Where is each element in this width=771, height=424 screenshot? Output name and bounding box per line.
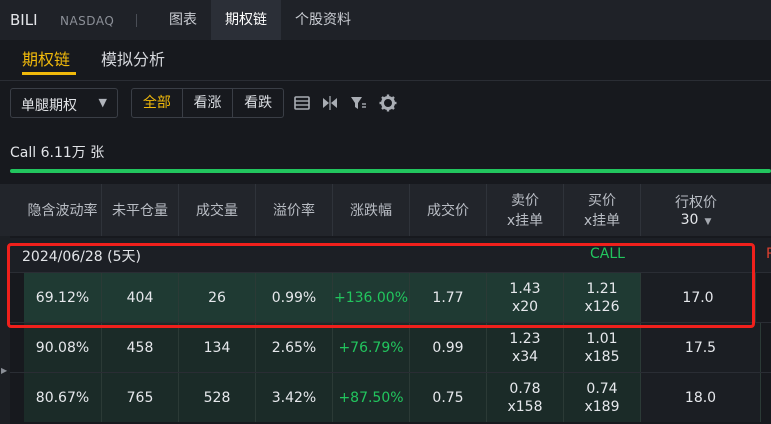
open-interest-cell: 765	[102, 373, 179, 422]
column-header-last-price[interactable]: 成交价	[410, 184, 487, 236]
filter-puts-button[interactable]: 看跌	[233, 89, 283, 117]
chevron-down-icon: ▼	[98, 96, 107, 109]
volume-cell: 26	[179, 273, 256, 322]
column-header-open-interest[interactable]: 未平仓量	[102, 184, 179, 236]
expiry-row[interactable]: 2024/06/28 (5天) CALL P	[10, 238, 771, 272]
volume-cell: 528	[179, 373, 256, 422]
change-cell: +76.79%	[333, 323, 410, 372]
subtab-simulation[interactable]: 模拟分析	[101, 46, 165, 70]
list-view-icon[interactable]	[292, 93, 312, 113]
tab-option-chain[interactable]: 期权链	[211, 0, 281, 40]
column-header-change[interactable]: 涨跌幅	[333, 184, 410, 236]
premium-cell: 0.99%	[256, 273, 333, 322]
open-interest-cell: 404	[102, 273, 179, 322]
table-row[interactable]: 69.12% 404 26 0.99% +136.00% 1.77 1.43 x2…	[10, 272, 771, 322]
last-price-cell: 0.99	[410, 323, 487, 372]
iv-cell: 90.08%	[24, 323, 102, 372]
filter-icon[interactable]	[348, 93, 368, 113]
divider	[136, 14, 137, 27]
bid-cell: 1.21 x126	[564, 273, 641, 322]
table-row[interactable]: 90.08% 458 134 2.65% +76.79% 0.99 1.23 x3…	[10, 322, 771, 372]
put-side-label: P	[766, 246, 771, 262]
filter-calls-button[interactable]: 看涨	[183, 89, 234, 117]
column-header-bid[interactable]: 买价 x挂单	[564, 184, 641, 236]
call-side-label: CALL	[590, 246, 625, 262]
strike-cell: 17.0	[641, 273, 756, 322]
open-interest-cell: 458	[102, 323, 179, 372]
subtab-option-chain[interactable]: 期权链	[22, 46, 70, 70]
divider	[0, 80, 771, 81]
tab-chart[interactable]: 图表	[155, 0, 211, 40]
table-row[interactable]: 80.67% 765 528 3.42% +87.50% 0.75 0.78 x1…	[10, 372, 771, 422]
column-header-volume[interactable]: 成交量	[179, 184, 256, 236]
premium-cell: 2.65%	[256, 323, 333, 372]
ask-cell: 0.78 x158	[487, 373, 564, 422]
call-ratio-fill	[10, 169, 771, 173]
column-header-ask[interactable]: 卖价 x挂单	[487, 184, 564, 236]
ask-cell: 1.43 x20	[487, 273, 564, 322]
filter-all-button[interactable]: 全部	[132, 89, 183, 117]
strike-count-selector[interactable]: 30 ▼	[681, 212, 712, 228]
column-header-iv[interactable]: 隐含波动率	[24, 184, 102, 236]
ask-cell: 1.23 x34	[487, 323, 564, 372]
iv-cell: 80.67%	[24, 373, 102, 422]
exchange-label: NASDAQ	[60, 14, 115, 28]
chevron-down-icon: ▼	[704, 217, 712, 227]
bid-cell: 0.74 x189	[564, 373, 641, 422]
iv-cell: 69.12%	[24, 273, 102, 322]
bid-cell: 1.01 x185	[564, 323, 641, 372]
premium-cell: 3.42%	[256, 373, 333, 422]
change-cell: +136.00%	[333, 273, 410, 322]
call-ratio-bar	[10, 169, 771, 173]
expiry-date-label: 2024/06/28 (5天)	[22, 249, 141, 265]
ticker-symbol: BILI	[10, 11, 38, 29]
strike-cell: 17.5	[641, 323, 761, 372]
split-view-icon[interactable]	[320, 93, 340, 113]
change-cell: +87.50%	[333, 373, 410, 422]
column-header-strike[interactable]: 行权价 30 ▼	[641, 184, 751, 236]
settings-icon[interactable]	[378, 93, 398, 113]
tab-stock-profile[interactable]: 个股资料	[281, 0, 365, 40]
strategy-dropdown[interactable]: 单腿期权 ▼	[10, 88, 118, 118]
last-price-cell: 1.77	[410, 273, 487, 322]
last-price-cell: 0.75	[410, 373, 487, 422]
strike-cell: 18.0	[641, 373, 761, 422]
active-subtab-underline	[22, 72, 76, 75]
type-filter-group: 全部 看涨 看跌	[131, 88, 284, 118]
volume-cell: 134	[179, 323, 256, 372]
strategy-dropdown-label: 单腿期权	[21, 98, 77, 114]
column-header-premium[interactable]: 溢价率	[256, 184, 333, 236]
call-volume-summary: Call 6.11万 张	[10, 145, 105, 161]
top-bar	[0, 0, 771, 40]
expand-arrow-icon[interactable]: ▶	[1, 366, 7, 375]
table-header: 隐含波动率 未平仓量 成交量 溢价率 涨跌幅 成交价 卖价 x挂单 买价 x挂单 行…	[0, 184, 771, 236]
